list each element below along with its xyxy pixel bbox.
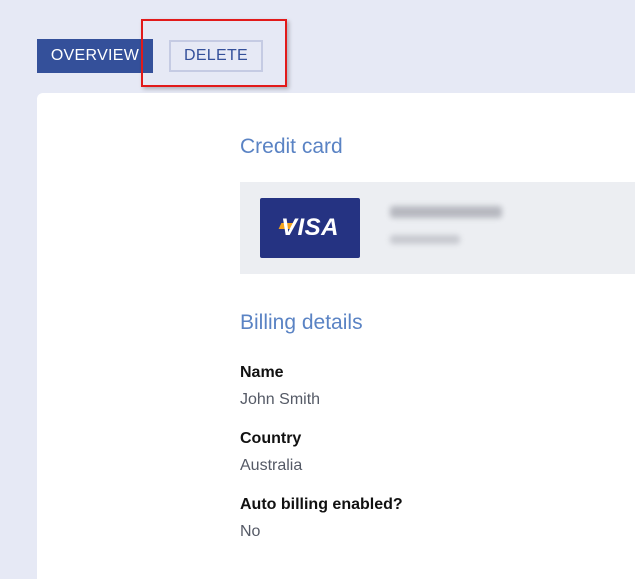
auto-billing-value: No <box>240 523 261 540</box>
card-expiry-redacted <box>390 235 460 244</box>
tab-overview[interactable]: OVERVIEW <box>37 39 153 73</box>
billing-details-title: Billing details <box>240 311 363 334</box>
delete-button[interactable]: DELETE <box>169 40 263 72</box>
name-label: Name <box>240 364 284 381</box>
card-brand: VISA <box>280 214 339 241</box>
visa-logo: VISA <box>260 198 360 258</box>
card-number-redacted <box>390 206 502 218</box>
country-value: Australia <box>240 457 303 474</box>
credit-card-title: Credit card <box>240 135 343 158</box>
credit-card-box: VISA <box>240 182 635 274</box>
name-value: John Smith <box>240 391 321 408</box>
auto-billing-label: Auto billing enabled? <box>240 496 403 513</box>
country-label: Country <box>240 430 302 447</box>
